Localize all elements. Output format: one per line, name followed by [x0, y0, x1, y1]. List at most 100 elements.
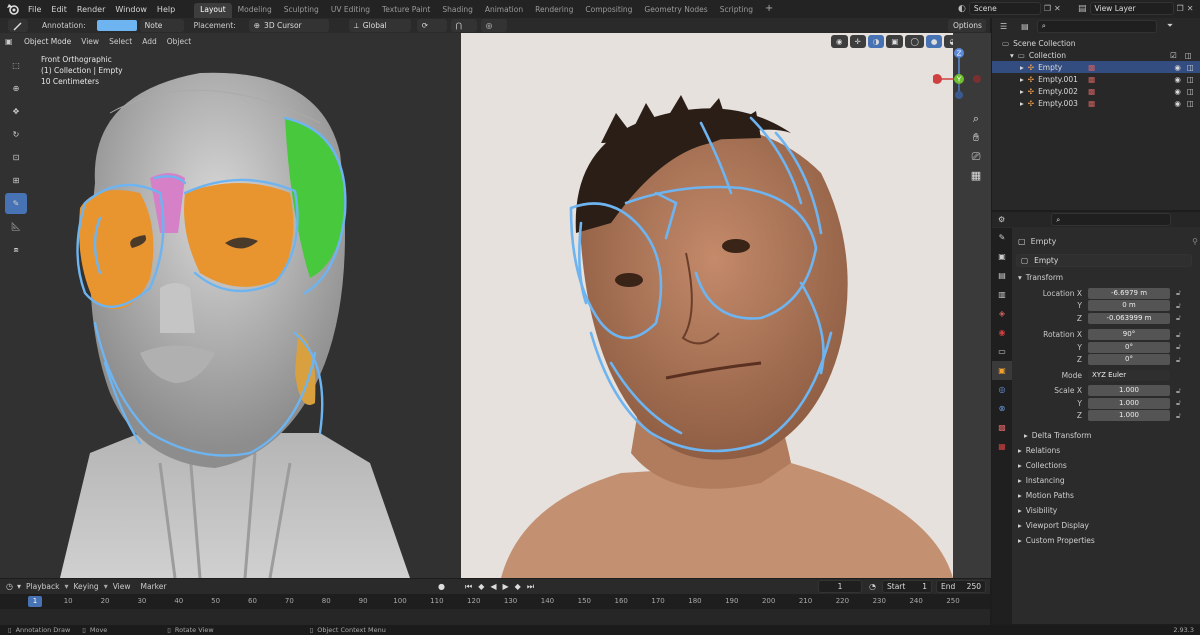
delete-view-layer-icon[interactable]: ✕ [1187, 4, 1194, 13]
checkbox-icon[interactable]: ☑ [1170, 51, 1177, 60]
outliner-search[interactable]: ⌕ [1036, 19, 1157, 33]
expand-arrow-icon[interactable]: ▸ [1020, 75, 1024, 84]
view-layer-tab[interactable]: ▥ [992, 285, 1012, 304]
next-keyframe-icon[interactable]: ◆ [515, 582, 521, 592]
lock-icon[interactable]: 🔓︎ [1176, 398, 1181, 408]
scene-field[interactable]: Scene [968, 2, 1041, 15]
menu-object[interactable]: Object [167, 37, 191, 46]
properties-search[interactable]: ⌕ [1051, 213, 1172, 226]
current-frame-field[interactable]: 1 [818, 580, 862, 593]
outliner-item-empty[interactable]: ▸ ✣ Empty ▩ ◉ ◫ [992, 61, 1200, 73]
outliner-scene-collection[interactable]: ▭ Scene Collection [992, 37, 1200, 49]
tab-compositing[interactable]: Compositing [579, 3, 638, 18]
filter-icon[interactable]: ⏷ [1167, 21, 1173, 31]
add-workspace-button[interactable]: + [763, 3, 775, 15]
pan-hand-icon[interactable]: ✋︎ [966, 128, 986, 147]
tab-modeling[interactable]: Modeling [232, 3, 278, 18]
camera-icon[interactable]: ◫ [1185, 51, 1192, 60]
rotation-z-field[interactable]: 0° [1088, 354, 1170, 366]
stopwatch-icon[interactable]: ◔ [869, 582, 876, 591]
scale-z-field[interactable]: 1.000 [1088, 410, 1170, 422]
editor-type-icon[interactable]: ▣ [5, 37, 17, 46]
camera-view-icon[interactable]: ⎚ [966, 147, 986, 166]
location-z-field[interactable]: -0.063999 m [1088, 312, 1170, 324]
ortho-grid-icon[interactable]: ▦ [966, 166, 986, 185]
rotate-tool-button[interactable]: ↻ [5, 124, 27, 145]
lock-icon[interactable]: 🔓︎ [1176, 301, 1181, 311]
tab-rendering[interactable]: Rendering [529, 3, 579, 18]
pivot-dropdown[interactable]: ⟳ [416, 19, 447, 32]
output-tab[interactable]: ▤ [992, 266, 1012, 285]
select-tool-button[interactable]: ⬚ [5, 55, 27, 76]
delta-transform-section[interactable]: ▸ Delta Transform [1018, 428, 1198, 443]
tab-texture-paint[interactable]: Texture Paint [376, 3, 436, 18]
end-frame-field[interactable]: End 250 [936, 580, 986, 593]
motion-paths-section[interactable]: ▸ Motion Paths [1018, 488, 1198, 503]
tool-tab[interactable]: ✎ [992, 228, 1012, 247]
object-name-field[interactable]: ▢ Empty [1016, 254, 1192, 267]
relations-section[interactable]: ▸ Relations [1018, 443, 1198, 458]
menu-select[interactable]: Select [109, 37, 132, 46]
view-menu[interactable]: View [113, 582, 131, 591]
collections-section[interactable]: ▸ Collections [1018, 458, 1198, 473]
viewport-right-reference[interactable]: ◉ ✛ ◑ ▣ ◯ ● ◕ ◔ [461, 33, 953, 578]
wireframe-shading-button[interactable]: ◯ [905, 35, 924, 48]
marker-menu[interactable]: Marker [141, 582, 167, 591]
blender-logo-icon[interactable] [4, 1, 20, 17]
scale-tool-button[interactable]: ⊡ [5, 147, 27, 168]
frame-ruler[interactable]: 1 10 20 30 40 50 60 70 80 90 100 110 120 130 140 150 160… [0, 594, 990, 609]
annotate-tool-icon[interactable] [8, 19, 28, 32]
timeline-menu-dropdown[interactable]: ▾ [17, 582, 21, 591]
annotate-tool-button[interactable]: ✎ [5, 193, 27, 214]
play-icon[interactable]: ▶ [503, 582, 509, 592]
jump-end-icon[interactable]: ⏭ [527, 582, 534, 592]
visibility-dropdown[interactable]: ◉ [831, 35, 848, 48]
visibility-eye-icon[interactable]: ◉ [1174, 63, 1181, 72]
pin-icon[interactable]: ⚲ [1192, 237, 1198, 246]
scene-tab[interactable]: ◈ [992, 304, 1012, 323]
tab-scripting[interactable]: Scripting [714, 3, 759, 18]
visibility-eye-icon[interactable]: ◉ [1174, 87, 1181, 96]
current-frame-marker[interactable]: 1 [28, 596, 42, 607]
view-layer-field[interactable]: View Layer [1089, 2, 1174, 15]
tab-geometry-nodes[interactable]: Geometry Nodes [638, 3, 713, 18]
expand-arrow-icon[interactable]: ▸ [1020, 99, 1024, 108]
tab-shading[interactable]: Shading [436, 3, 478, 18]
render-camera-icon[interactable]: ◫ [1187, 75, 1194, 84]
annotation-layer-dropdown[interactable]: Note [139, 19, 184, 32]
playback-menu[interactable]: Playback [26, 582, 59, 591]
placement-dropdown[interactable]: ⊕ 3D Cursor [248, 19, 329, 32]
transform-section-header[interactable]: ▾ Transform [1018, 270, 1198, 285]
visibility-eye-icon[interactable]: ◉ [1174, 75, 1181, 84]
transform-tool-button[interactable]: ⊞ [5, 170, 27, 191]
delete-scene-icon[interactable]: ✕ [1054, 4, 1061, 13]
expand-arrow-icon[interactable]: ▾ [1010, 51, 1014, 60]
scale-x-field[interactable]: 1.000 [1088, 385, 1170, 397]
lock-icon[interactable]: 🔓︎ [1176, 386, 1181, 396]
prev-keyframe-icon[interactable]: ◆ [478, 582, 484, 592]
overlay-toggle[interactable]: ◑ [867, 35, 885, 48]
texture-tab[interactable]: ▦ [992, 437, 1012, 456]
display-mode-icon[interactable]: ▤ [1021, 22, 1029, 31]
object-tab[interactable]: ▣ [992, 361, 1012, 380]
scale-y-field[interactable]: 1.000 [1088, 397, 1170, 409]
move-tool-button[interactable]: ✥ [5, 101, 27, 122]
navigation-gizmo[interactable]: Z Y [933, 43, 983, 99]
copy-view-layer-icon[interactable]: ❐ [1177, 4, 1184, 13]
properties-editor-icon[interactable]: ⚙ [998, 215, 1005, 224]
zoom-icon[interactable]: ⌕ [966, 109, 986, 128]
annotation-color-swatch[interactable] [96, 20, 137, 31]
menu-add[interactable]: Add [142, 37, 157, 46]
xray-toggle[interactable]: ▣ [886, 35, 904, 48]
transform-orientation-dropdown[interactable]: ⟂ Global [348, 19, 411, 32]
outliner-editor-icon[interactable]: ☰ [1000, 22, 1007, 31]
timeline-track-area[interactable] [0, 609, 990, 625]
outliner-item-empty-003[interactable]: ▸ ✣ Empty.003 ▩ ◉ ◫ [992, 97, 1200, 109]
menu-window[interactable]: Window [110, 5, 152, 14]
proportional-edit-toggle[interactable]: ◎ [480, 19, 507, 32]
instancing-section[interactable]: ▸ Instancing [1018, 473, 1198, 488]
render-camera-icon[interactable]: ◫ [1187, 87, 1194, 96]
lock-icon[interactable]: 🔓︎ [1176, 342, 1181, 352]
options-dropdown[interactable]: Options [948, 19, 986, 32]
constraints-tab[interactable]: ⊗ [992, 399, 1012, 418]
